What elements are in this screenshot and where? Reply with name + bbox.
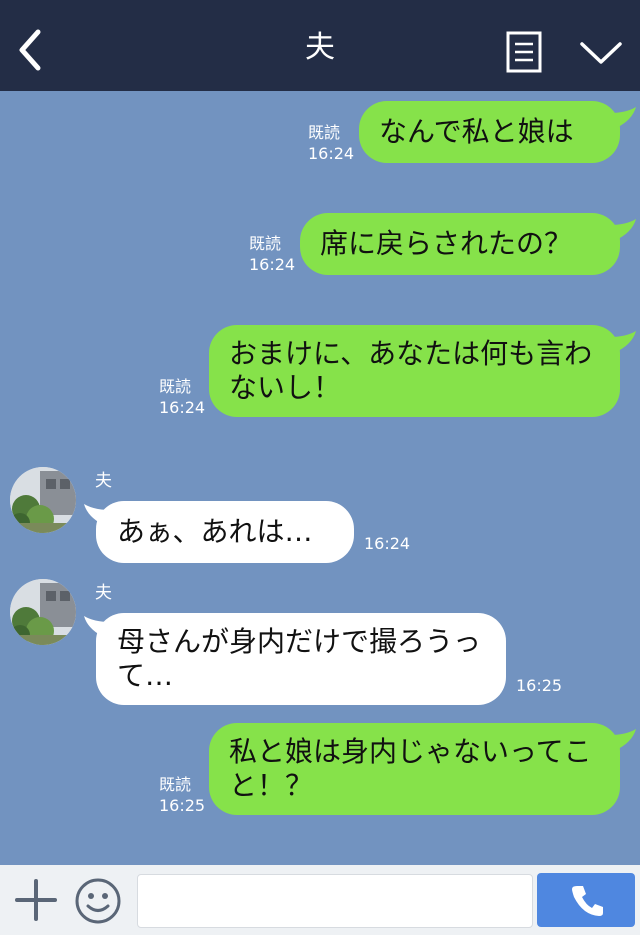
chat-title: 夫 <box>305 30 335 65</box>
menu-toggle-button[interactable] <box>578 36 624 68</box>
timestamp: 16:24 <box>159 398 206 417</box>
message-text: なんで私と娘は <box>379 115 574 148</box>
read-receipt: 既読 <box>249 234 282 253</box>
message-meta: 既読 16:25 <box>159 774 205 816</box>
outgoing-message[interactable]: 席に戻らされたの？ <box>300 213 620 275</box>
add-button[interactable] <box>14 877 58 923</box>
message-composer <box>0 865 640 935</box>
timestamp: 16:24 <box>364 534 411 553</box>
timestamp: 16:25 <box>159 796 206 815</box>
sender-name: 夫 <box>95 471 112 491</box>
emoji-button[interactable] <box>74 877 122 925</box>
timestamp: 16:25 <box>516 676 563 695</box>
message-text: 母さんが身内だけで撮ろうって… <box>117 625 482 692</box>
chevron-down-icon <box>580 42 622 64</box>
outgoing-message[interactable]: なんで私と娘は <box>359 101 620 163</box>
plus-icon <box>15 879 57 921</box>
emoji-icon <box>75 878 121 924</box>
read-receipt: 既読 <box>159 377 192 396</box>
timestamp: 16:24 <box>308 144 355 163</box>
notes-button[interactable] <box>506 31 542 73</box>
message-text: あぁ、あれは… <box>117 515 313 548</box>
incoming-message[interactable]: あぁ、あれは… <box>96 501 354 563</box>
message-list[interactable]: 既読 16:24 なんで私と娘は 既読 16:24 席に戻らされたの？ 既読 1… <box>0 91 640 865</box>
notes-icon <box>506 31 542 73</box>
outgoing-message[interactable]: 私と娘は身内じゃないってこと！？ <box>209 723 620 815</box>
incoming-message[interactable]: 母さんが身内だけで撮ろうって… <box>96 613 506 705</box>
avatar-photo <box>10 467 76 533</box>
message-meta: 既読 16:24 <box>249 233 295 275</box>
avatar[interactable] <box>10 579 76 645</box>
avatar-photo <box>10 579 76 645</box>
message-text: 私と娘は身内じゃないってこと！？ <box>229 735 592 802</box>
phone-icon <box>572 886 603 916</box>
message-text: おまけに、あなたは何も言わないし！ <box>229 337 593 404</box>
read-receipt: 既読 <box>308 123 341 142</box>
outgoing-message[interactable]: おまけに、あなたは何も言わないし！ <box>209 325 620 417</box>
message-meta: 既読 16:24 <box>159 376 205 418</box>
message-input[interactable] <box>137 874 533 928</box>
avatar[interactable] <box>10 467 76 533</box>
message-meta: 既読 16:24 <box>308 122 354 164</box>
message-text: 席に戻らされたの？ <box>320 227 573 260</box>
chat-header: 夫 <box>0 0 640 91</box>
read-receipt: 既読 <box>159 775 192 794</box>
timestamp: 16:24 <box>249 255 296 274</box>
call-button[interactable] <box>537 873 635 927</box>
sender-name: 夫 <box>95 583 112 603</box>
